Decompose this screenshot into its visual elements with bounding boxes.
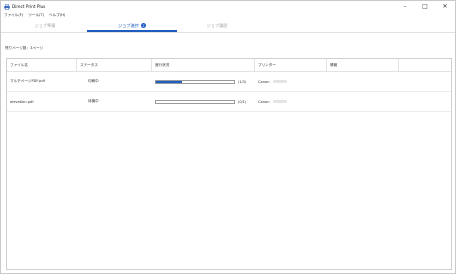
column-header-file[interactable]: ファイル名 (7, 59, 77, 71)
column-header-status[interactable]: ステータス (77, 59, 152, 71)
tab-divider (1, 32, 455, 33)
progress-bar (155, 99, 235, 104)
printer-cell: Canon (255, 92, 327, 111)
progress-count: (1/3) (238, 79, 247, 84)
redacted-printer-model (273, 79, 288, 84)
progress-bar (155, 79, 235, 84)
tab-count-badge: 2 (140, 23, 146, 28)
info-cell (327, 72, 399, 91)
tab-job-history[interactable]: ジョブ履歴 (187, 20, 247, 31)
file-name-cell: マルチページPDF.pdf (10, 79, 45, 83)
column-header-spacer (399, 59, 451, 71)
row-spacer (399, 92, 451, 111)
job-progress-table: ファイル名 ステータス 進行状況 プリンター 情報 マルチページPDF.pdf … (6, 58, 452, 270)
redacted-printer-model (273, 99, 288, 104)
close-button[interactable]: ✕ (435, 1, 455, 12)
column-header-info[interactable]: 情報 (327, 59, 399, 71)
progress-cell: (1/3) (152, 72, 255, 91)
tab-label: ジョブ準備 (34, 22, 56, 28)
menu-bar: ファイル(F) ツール(T) ヘルプ(H) (1, 12, 455, 19)
menu-file[interactable]: ファイル(F) (4, 13, 23, 18)
status-cell: 待機中 (88, 99, 99, 103)
tab-label: ジョブ履歴 (206, 22, 228, 28)
row-spacer (399, 72, 451, 91)
column-header-progress[interactable]: 進行状況 (152, 59, 255, 71)
window-controls: – □ ✕ (395, 1, 455, 12)
progress-count: (0/1) (238, 99, 247, 104)
maximize-button[interactable]: □ (415, 1, 435, 12)
info-cell (327, 92, 399, 111)
status-cell: 印刷中 (88, 79, 99, 83)
menu-help[interactable]: ヘルプ(H) (49, 13, 65, 18)
remaining-pages-text: 残りページ数：3ページ (5, 46, 44, 50)
printer-name: Canon (258, 99, 270, 104)
progress-bar-fill (156, 80, 182, 83)
tab-job-prepare[interactable]: ジョブ準備 (15, 20, 75, 31)
progress-cell: (0/1) (152, 92, 255, 111)
window-title: Direct Print Plus (12, 4, 46, 9)
table-row[interactable]: マルチページPDF.pdf 印刷中 (1/3) Canon (7, 72, 451, 92)
menu-tools[interactable]: ツール(T) (28, 13, 44, 18)
printer-cell: Canon (255, 72, 327, 91)
minimize-button[interactable]: – (395, 1, 415, 12)
file-name-cell: elevation.pdf (10, 99, 34, 104)
table-row[interactable]: elevation.pdf 待機中 (0/1) Canon (7, 92, 451, 112)
tab-label: ジョブ進捗 (118, 22, 139, 28)
title-bar: Direct Print Plus – □ ✕ (1, 1, 455, 12)
app-window: Direct Print Plus – □ ✕ ファイル(F) ツール(T) ヘ… (0, 0, 456, 274)
printer-name: Canon (258, 79, 270, 84)
table-header: ファイル名 ステータス 進行状況 プリンター 情報 (7, 59, 451, 72)
column-header-printer[interactable]: プリンター (255, 59, 327, 71)
printer-icon (4, 3, 10, 10)
tab-bar: ジョブ準備 ジョブ進捗 2 ジョブ履歴 (1, 20, 455, 33)
